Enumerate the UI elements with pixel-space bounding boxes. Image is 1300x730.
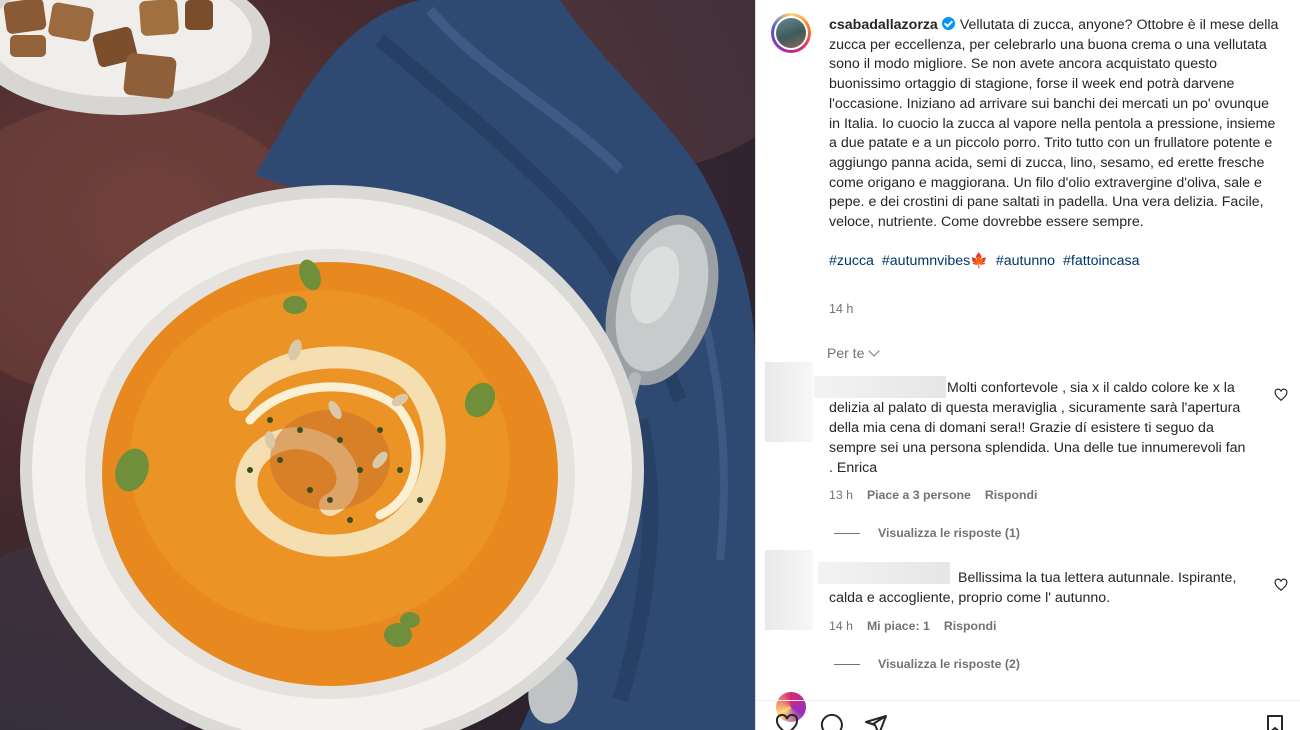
heart-icon[interactable] bbox=[774, 713, 800, 730]
hashtag-link[interactable]: #autumnvibes🍁 bbox=[882, 253, 988, 269]
reply-button[interactable]: Rispondi bbox=[985, 488, 1038, 502]
post-side-panel: csabadallazorza Vellutata di zucca, anyon… bbox=[755, 0, 1300, 730]
bookmark-icon[interactable] bbox=[1263, 713, 1287, 730]
verified-badge-icon bbox=[941, 17, 955, 30]
hashtag-link[interactable]: #autunno bbox=[996, 253, 1055, 269]
comment-time[interactable]: 13 h bbox=[829, 488, 853, 502]
chevron-down-icon bbox=[868, 345, 881, 357]
comment-text: Bellissima la tua lettera autunnale. Isp… bbox=[829, 570, 1237, 606]
post-caption: csabadallazorza Vellutata di zucca, anyon… bbox=[829, 16, 1281, 271]
commenter-avatar-redacted[interactable] bbox=[765, 362, 813, 442]
view-replies-button[interactable]: Visualizza le risposte (1) bbox=[834, 526, 1020, 540]
caption-text: Vellutata di zucca, anyone? Ottobre è il… bbox=[829, 17, 1279, 231]
view-replies-label: Visualizza le risposte (1) bbox=[878, 526, 1020, 540]
comment-text: Molti confortevole , sia x il caldo colo… bbox=[829, 380, 1246, 476]
comment-time[interactable]: 14 h bbox=[829, 619, 853, 633]
comment-meta: 13 h Piace a 3 persone Rispondi bbox=[829, 488, 1051, 502]
author-username[interactable]: csabadallazorza bbox=[829, 17, 938, 33]
instagram-post-view: csabadallazorza Vellutata di zucca, anyon… bbox=[0, 0, 1300, 730]
comment-meta: 14 h Mi piace: 1 Rispondi bbox=[829, 619, 1010, 633]
comment-likes[interactable]: Mi piace: 1 bbox=[867, 619, 930, 633]
hashtag-link[interactable]: #fattoincasa bbox=[1063, 253, 1140, 269]
sort-label: Per te bbox=[827, 345, 865, 361]
hashtag-list: #zucca #autumnvibes🍁 #autunno #fattoinca… bbox=[829, 252, 1281, 272]
view-replies-button[interactable]: Visualizza le risposte (2) bbox=[834, 657, 1020, 671]
author-avatar[interactable] bbox=[771, 13, 811, 53]
comments-sort-dropdown[interactable]: Per te bbox=[827, 345, 881, 361]
heart-icon[interactable] bbox=[1274, 578, 1288, 592]
replies-divider bbox=[834, 664, 860, 665]
replies-divider bbox=[834, 533, 860, 534]
soup-photo-illustration bbox=[0, 0, 755, 730]
reply-button[interactable]: Rispondi bbox=[944, 619, 997, 633]
view-replies-label: Visualizza le risposte (2) bbox=[878, 657, 1020, 671]
share-icon[interactable] bbox=[863, 713, 889, 730]
comment-icon[interactable] bbox=[819, 713, 845, 730]
commenter-avatar-redacted[interactable] bbox=[765, 550, 813, 630]
post-action-bar bbox=[756, 700, 1300, 730]
heart-icon[interactable] bbox=[1274, 388, 1288, 402]
post-timestamp[interactable]: 14 h bbox=[829, 302, 853, 316]
hashtag-link[interactable]: #zucca bbox=[829, 253, 874, 269]
post-image[interactable] bbox=[0, 0, 755, 730]
comment-likes[interactable]: Piace a 3 persone bbox=[867, 488, 971, 502]
